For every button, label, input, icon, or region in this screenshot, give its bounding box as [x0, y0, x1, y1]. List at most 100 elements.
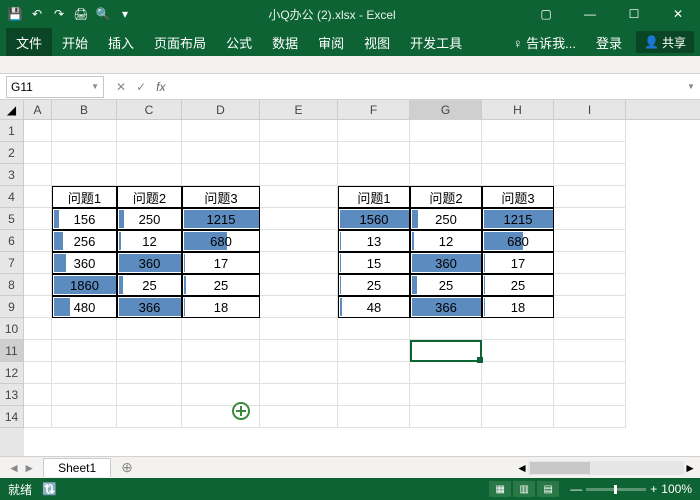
data-cell[interactable]: 12 — [410, 230, 482, 252]
data-cell[interactable]: 17 — [482, 252, 554, 274]
data-cell[interactable]: 1560 — [338, 208, 410, 230]
row-header[interactable]: 11 — [0, 340, 24, 362]
table-header[interactable]: 问题2 — [410, 186, 482, 208]
data-cell[interactable]: 680 — [482, 230, 554, 252]
data-cell[interactable]: 25 — [338, 274, 410, 296]
table-header[interactable]: 问题3 — [482, 186, 554, 208]
col-header[interactable]: D — [182, 100, 260, 120]
table-header[interactable]: 问题2 — [117, 186, 182, 208]
row-header[interactable]: 12 — [0, 362, 24, 384]
row-header[interactable]: 10 — [0, 318, 24, 340]
col-header[interactable]: F — [338, 100, 410, 120]
data-cell[interactable]: 360 — [410, 252, 482, 274]
data-cell[interactable]: 680 — [182, 230, 260, 252]
enter-icon[interactable]: ✓ — [136, 80, 146, 94]
col-header[interactable]: I — [554, 100, 626, 120]
zoom-out-icon[interactable]: — — [570, 482, 582, 496]
data-cell[interactable]: 25 — [410, 274, 482, 296]
row-header[interactable]: 8 — [0, 274, 24, 296]
data-cell[interactable]: 25 — [117, 274, 182, 296]
data-cell[interactable]: 1215 — [182, 208, 260, 230]
formula-expand-icon[interactable]: ▼ — [682, 82, 700, 91]
close-button[interactable]: ✕ — [656, 0, 700, 28]
login-button[interactable]: 登录 — [586, 28, 632, 56]
row-header[interactable]: 14 — [0, 406, 24, 428]
row-header[interactable]: 9 — [0, 296, 24, 318]
col-header[interactable]: B — [52, 100, 117, 120]
data-cell[interactable]: 15 — [338, 252, 410, 274]
undo-icon[interactable]: ↶ — [28, 5, 46, 23]
redo-icon[interactable]: ↷ — [50, 5, 68, 23]
row-header[interactable]: 4 — [0, 186, 24, 208]
row-header[interactable]: 6 — [0, 230, 24, 252]
zoom-control[interactable]: — + 100% — [570, 482, 692, 496]
tab-file[interactable]: 文件 — [6, 28, 52, 56]
row-header[interactable]: 1 — [0, 120, 24, 142]
cells-area[interactable]: 问题1问题2问题31562501215256126803603601718602… — [24, 120, 700, 456]
data-cell[interactable]: 256 — [52, 230, 117, 252]
data-cell[interactable]: 25 — [182, 274, 260, 296]
data-cell[interactable]: 17 — [182, 252, 260, 274]
preview-icon[interactable]: 🔍 — [94, 5, 112, 23]
qat-dropdown-icon[interactable]: ▾ — [116, 5, 134, 23]
tell-me[interactable]: ♀ 告诉我... — [503, 28, 586, 56]
add-sheet-button[interactable]: ⊕ — [111, 459, 143, 476]
print-icon[interactable]: 🖨 — [72, 5, 90, 23]
data-cell[interactable]: 12 — [117, 230, 182, 252]
select-all-corner[interactable]: ◢ — [0, 100, 24, 119]
maximize-button[interactable]: ☐ — [612, 0, 656, 28]
minimize-button[interactable]: — — [568, 0, 612, 28]
data-cell[interactable]: 360 — [52, 252, 117, 274]
save-icon[interactable]: 💾 — [6, 5, 24, 23]
tab-home[interactable]: 开始 — [52, 28, 98, 56]
tab-insert[interactable]: 插入 — [98, 28, 144, 56]
data-cell[interactable]: 480 — [52, 296, 117, 318]
row-header[interactable]: 7 — [0, 252, 24, 274]
view-break-icon[interactable]: ▤ — [537, 481, 559, 497]
data-cell[interactable]: 13 — [338, 230, 410, 252]
view-normal-icon[interactable]: ▦ — [489, 481, 511, 497]
data-cell[interactable]: 366 — [410, 296, 482, 318]
tab-view[interactable]: 视图 — [354, 28, 400, 56]
table-header[interactable]: 问题1 — [338, 186, 410, 208]
tab-developer[interactable]: 开发工具 — [400, 28, 472, 56]
data-cell[interactable]: 1215 — [482, 208, 554, 230]
data-cell[interactable]: 156 — [52, 208, 117, 230]
col-header[interactable]: G — [410, 100, 482, 120]
share-button[interactable]: 👤共享 — [636, 31, 694, 53]
data-cell[interactable]: 1860 — [52, 274, 117, 296]
row-header[interactable]: 5 — [0, 208, 24, 230]
data-cell[interactable]: 48 — [338, 296, 410, 318]
zoom-in-icon[interactable]: + — [650, 482, 657, 496]
sheet-nav[interactable]: ◄ ► — [0, 461, 43, 475]
data-cell[interactable]: 250 — [410, 208, 482, 230]
table-header[interactable]: 问题3 — [182, 186, 260, 208]
row-header[interactable]: 13 — [0, 384, 24, 406]
tab-layout[interactable]: 页面布局 — [144, 28, 216, 56]
macro-icon[interactable]: 🔃 — [42, 482, 57, 496]
data-cell[interactable]: 366 — [117, 296, 182, 318]
col-header[interactable]: H — [482, 100, 554, 120]
name-box[interactable]: G11▼ — [6, 76, 104, 98]
zoom-slider[interactable] — [586, 488, 646, 491]
zoom-level[interactable]: 100% — [661, 482, 692, 496]
tab-formulas[interactable]: 公式 — [216, 28, 262, 56]
sheet-tab[interactable]: Sheet1 — [43, 458, 111, 477]
fx-icon[interactable]: fx — [156, 80, 173, 94]
col-header[interactable]: E — [260, 100, 338, 120]
data-cell[interactable]: 18 — [482, 296, 554, 318]
row-header[interactable]: 2 — [0, 142, 24, 164]
data-cell[interactable]: 360 — [117, 252, 182, 274]
row-header[interactable]: 3 — [0, 164, 24, 186]
data-cell[interactable]: 250 — [117, 208, 182, 230]
data-cell[interactable]: 18 — [182, 296, 260, 318]
col-header[interactable]: A — [24, 100, 52, 120]
horizontal-scrollbar[interactable]: ◄► — [516, 461, 696, 475]
spreadsheet-grid[interactable]: ◢ ABCDEFGHI 1234567891011121314 问题1问题2问题… — [0, 100, 700, 456]
view-layout-icon[interactable]: ▥ — [513, 481, 535, 497]
tab-data[interactable]: 数据 — [262, 28, 308, 56]
col-header[interactable]: C — [117, 100, 182, 120]
tab-review[interactable]: 审阅 — [308, 28, 354, 56]
chevron-down-icon[interactable]: ▼ — [91, 82, 99, 91]
formula-input[interactable] — [185, 76, 682, 98]
